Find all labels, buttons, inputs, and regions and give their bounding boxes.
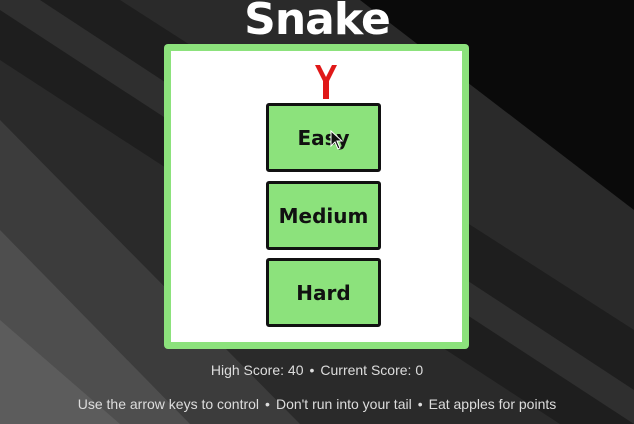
hard-button[interactable]: Hard [266, 258, 381, 327]
instruction-separator: • [265, 396, 270, 412]
snake-tongue-icon [315, 65, 337, 99]
instruction-separator: • [417, 396, 423, 412]
instruction-item: Eat apples for points [428, 396, 557, 412]
mouse-pointer-icon [330, 130, 344, 150]
instruction-item: Don't run into your tail [275, 396, 412, 412]
instructions-line: Use the arrow keys to control • Don't run … [0, 396, 634, 412]
game-board: Easy Medium Hard [164, 44, 469, 349]
medium-button[interactable]: Medium [266, 181, 381, 250]
score-line: High Score: 40 • Current Score: 0 [0, 362, 634, 378]
score-separator: • [309, 362, 315, 378]
instruction-item: Use the arrow keys to control [77, 396, 260, 412]
easy-button[interactable]: Easy [266, 103, 381, 172]
current-score: Current Score: 0 [320, 362, 424, 378]
game-title: Snake [244, 0, 391, 45]
high-score: High Score: 40 [210, 362, 304, 378]
game-board-canvas: Easy Medium Hard [171, 51, 462, 342]
